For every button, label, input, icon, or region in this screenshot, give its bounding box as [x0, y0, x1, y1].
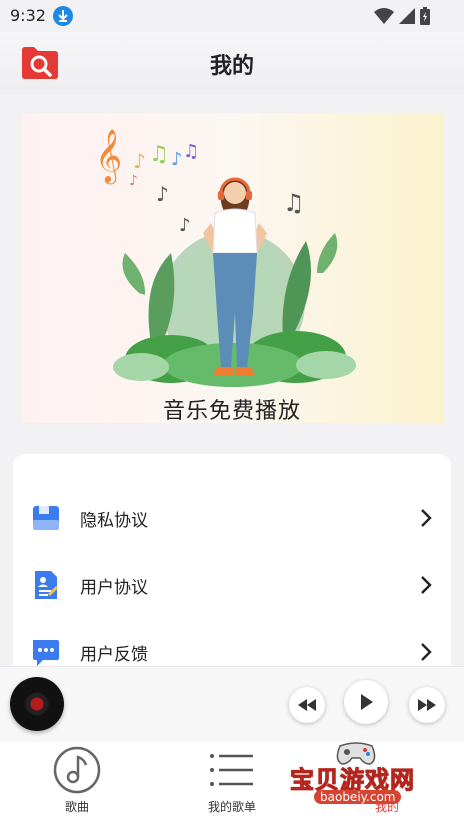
play-button[interactable] [344, 680, 388, 724]
feedback-chat-icon [31, 636, 61, 668]
page-title: 我的 [209, 54, 254, 79]
watermark-logo: 宝贝游戏网 baobeiy.com [286, 742, 442, 822]
agreement-document-icon [31, 569, 61, 601]
svg-text:♪: ♪ [171, 149, 183, 170]
menu-label-privacy: 隐私协议 [80, 511, 148, 531]
svg-text:♪: ♪ [129, 173, 138, 189]
watermark-url: baobeiy.com [314, 790, 402, 804]
status-bar: 9:32 [0, 0, 464, 32]
play-icon [361, 694, 373, 710]
download-icon [53, 6, 73, 26]
rewind-icon [298, 699, 316, 711]
signal-icon [399, 8, 415, 28]
mini-player [0, 666, 464, 743]
previous-button[interactable] [289, 687, 325, 723]
fast-forward-icon [418, 699, 436, 711]
battery-icon [420, 7, 430, 29]
next-button[interactable] [409, 687, 445, 723]
svg-text:♫: ♫ [283, 189, 305, 217]
listening-woman-illustration: 𝄞 ♪ ♫ ♪ ♫ ♪ ♪ ♪ ♫ [95, 128, 356, 387]
svg-text:𝄞: 𝄞 [95, 128, 122, 184]
banner-caption: 音乐免费播放 [162, 399, 301, 423]
svg-text:♪: ♪ [156, 182, 169, 206]
menu-item-privacy[interactable]: 隐私协议 [13, 493, 451, 543]
top-bar: 我的 [0, 32, 464, 94]
svg-text:♪: ♪ [179, 215, 191, 236]
chevron-right-icon [419, 506, 433, 530]
tab-label-songs: 歌曲 [64, 800, 89, 814]
banner-illustration: 𝄞 ♪ ♫ ♪ ♫ ♪ ♪ ♪ ♫ 音乐免费播放 [21, 113, 443, 423]
music-note-icon [53, 746, 101, 794]
menu-item-agreement[interactable]: 用户协议 [13, 560, 451, 610]
chevron-right-icon [419, 640, 433, 664]
vinyl-disc-icon[interactable] [10, 677, 64, 731]
svg-text:♫: ♫ [183, 141, 199, 162]
privacy-icon [31, 502, 61, 534]
wifi-icon [374, 8, 394, 28]
menu-label-feedback: 用户反馈 [80, 645, 148, 665]
menu-card: 隐私协议 用户协议 用户反馈 [13, 454, 451, 694]
status-time: 9:32 [10, 6, 46, 25]
menu-label-agreement: 用户协议 [80, 578, 148, 598]
playlist-icon [210, 754, 253, 786]
tab-songs[interactable]: 歌曲 [0, 742, 154, 825]
svg-text:♪: ♪ [133, 149, 146, 173]
svg-text:♫: ♫ [149, 142, 169, 167]
chevron-right-icon [419, 573, 433, 597]
